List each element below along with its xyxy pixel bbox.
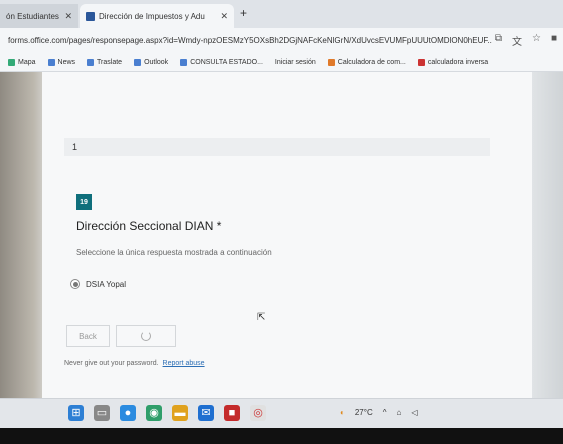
address-bar: forms.office.com/pages/responsepage.aspx… xyxy=(0,28,563,54)
bookmark-translate[interactable]: Traslate xyxy=(87,59,122,66)
new-tab-button[interactable]: + xyxy=(240,6,247,20)
tab-label: Dirección de Impuestos y Adu xyxy=(99,11,205,21)
forms-favicon-icon xyxy=(86,11,95,21)
radio-button[interactable] xyxy=(70,279,80,289)
network-icon[interactable]: ⌂ xyxy=(396,408,401,417)
bookmark-calculadora-inversa[interactable]: calculadora inversa xyxy=(417,59,488,66)
temperature-label[interactable]: 27°C xyxy=(355,408,373,417)
mouse-cursor-icon: ⇱ xyxy=(257,312,266,323)
form-card: 1 19 Dirección Seccional DIAN * Seleccio… xyxy=(42,72,532,398)
bookmark-icon xyxy=(417,59,425,66)
bookmark-icon xyxy=(180,59,188,66)
previous-answer-field[interactable]: 1 xyxy=(64,138,490,156)
back-button[interactable]: Back xyxy=(66,325,110,347)
edge-icon[interactable]: ● xyxy=(120,405,136,421)
bookmark-mapa[interactable]: Mapa xyxy=(8,59,36,66)
form-footer: Never give out your password. Report abu… xyxy=(64,360,205,367)
bookmark-calculadora[interactable]: Calculadora de com... xyxy=(327,59,406,66)
browser-icon[interactable]: ◎ xyxy=(250,405,266,421)
star-icon[interactable]: ☆ xyxy=(532,33,541,48)
share-icon[interactable]: ⧉ xyxy=(495,33,502,48)
tab-dian[interactable]: Dirección de Impuestos y Adu ✕ xyxy=(80,4,234,28)
url-field[interactable]: forms.office.com/pages/responsepage.aspx… xyxy=(8,32,492,50)
bookmark-iniciar-sesion[interactable]: Iniciar sesión xyxy=(275,59,316,66)
bookmark-icon xyxy=(134,59,142,66)
question-number-badge: 19 xyxy=(76,194,92,210)
bookmark-icon xyxy=(87,59,95,66)
system-tray: ◐ 27°C ^ ⌂ ◁ xyxy=(340,408,417,417)
chevron-up-icon[interactable]: ^ xyxy=(383,408,387,417)
task-view-icon[interactable]: ▭ xyxy=(94,405,110,421)
extension-icon[interactable]: ■ xyxy=(551,33,557,48)
close-icon[interactable]: ✕ xyxy=(64,11,72,22)
next-button[interactable] xyxy=(116,325,176,347)
file-explorer-icon[interactable]: ▬ xyxy=(172,405,188,421)
tab-label: ón Estudiantes xyxy=(6,11,59,21)
page-content: 1 19 Dirección Seccional DIAN * Seleccio… xyxy=(0,72,563,398)
weather-icon[interactable]: ◐ xyxy=(340,408,345,417)
close-icon[interactable]: ✕ xyxy=(220,11,228,22)
question-title: Dirección Seccional DIAN * xyxy=(76,219,222,233)
bookmarks-bar: Mapa News Traslate Outlook CONSULTA ESTA… xyxy=(0,54,563,72)
bookmark-consulta[interactable]: CONSULTA ESTADO... xyxy=(180,59,263,66)
volume-icon[interactable]: ◁ xyxy=(411,408,417,417)
tab-estudiantes[interactable]: ón Estudiantes ✕ xyxy=(0,4,78,28)
taskbar: ⊞ ▭ ● ◉ ▬ ✉ ■ ◎ ◐ 27°C ^ ⌂ ◁ xyxy=(0,398,563,429)
tab-strip: ón Estudiantes ✕ Dirección de Impuestos … xyxy=(0,0,563,29)
bookmark-icon xyxy=(47,59,55,66)
start-icon[interactable]: ⊞ xyxy=(68,405,84,421)
mail-icon[interactable]: ✉ xyxy=(198,405,214,421)
chrome-icon[interactable]: ◉ xyxy=(146,405,162,421)
office-icon[interactable]: ■ xyxy=(224,405,240,421)
option-dsia-yopal[interactable]: DSIA Yopal xyxy=(70,279,126,289)
bookmark-icon xyxy=(327,59,335,66)
translate-icon[interactable]: 文 xyxy=(512,33,522,48)
footer-text: Never give out your password. xyxy=(64,360,159,367)
bookmark-outlook[interactable]: Outlook xyxy=(134,59,168,66)
option-label: DSIA Yopal xyxy=(86,279,127,289)
bookmark-news[interactable]: News xyxy=(47,59,75,66)
screen-bezel xyxy=(0,428,563,444)
loading-spinner-icon xyxy=(141,331,151,341)
question-helper-text: Seleccione la única respuesta mostrada a… xyxy=(76,248,272,257)
bookmark-icon xyxy=(8,59,15,66)
report-abuse-link[interactable]: Report abuse xyxy=(163,360,205,367)
